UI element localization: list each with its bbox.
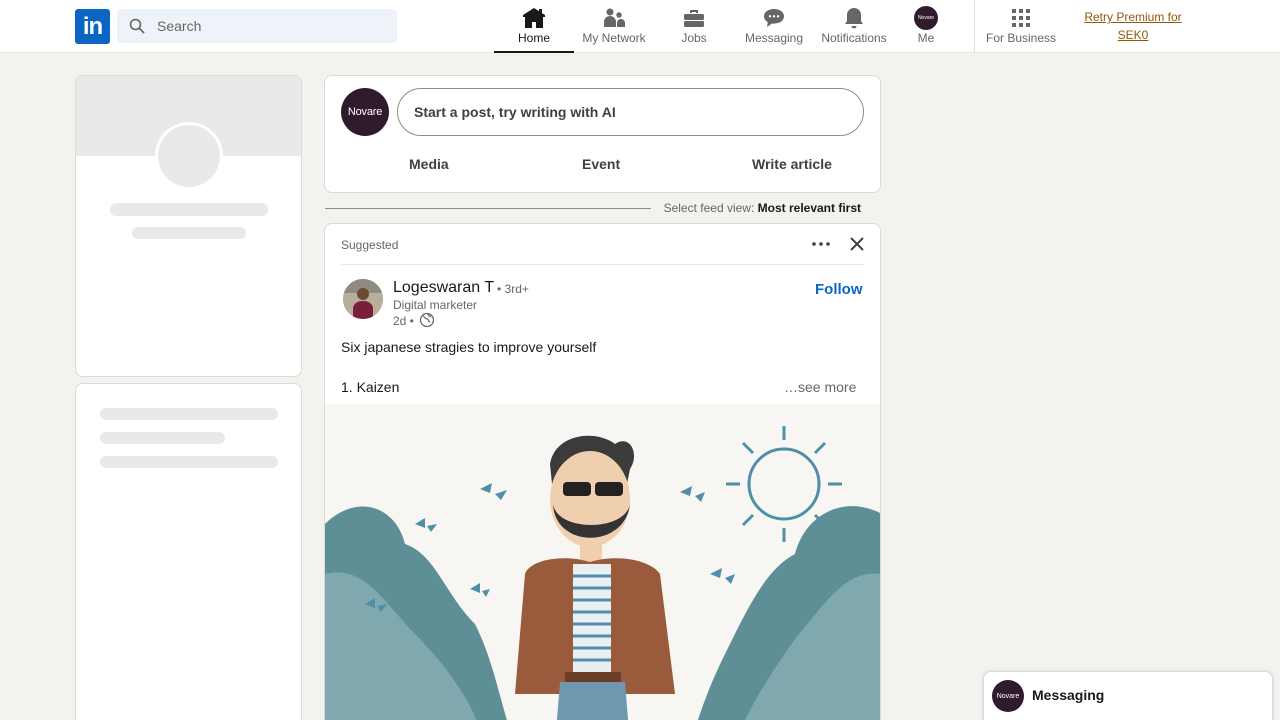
close-icon[interactable] (845, 232, 869, 256)
skeleton-line (110, 203, 268, 216)
follow-button[interactable]: Follow (815, 281, 863, 298)
post-text-line-2: 1. Kaizen (341, 379, 400, 395)
nav-jobs[interactable]: Jobs (654, 0, 734, 52)
skeleton-line (100, 432, 225, 444)
feed-sort-prefix: Select feed view: (663, 201, 755, 215)
messaging-avatar: Novare (992, 680, 1024, 712)
premium-line-1: Retry Premium for (1084, 10, 1182, 24)
home-icon (523, 8, 545, 28)
feed-sort[interactable]: Select feed view: Most relevant first (325, 200, 881, 216)
skeleton-line (100, 408, 278, 420)
grid-icon (1012, 9, 1030, 27)
search-input[interactable] (157, 9, 387, 43)
search-box[interactable] (117, 9, 397, 43)
author-headline: Digital marketer (393, 298, 478, 312)
more-options-icon[interactable] (809, 232, 833, 256)
briefcase-icon (684, 10, 704, 27)
share-box: Novare Start a post, try writing with AI… (324, 75, 881, 193)
network-icon (604, 8, 625, 27)
author-avatar[interactable] (343, 279, 383, 319)
messaging-label: Messaging (1032, 687, 1105, 703)
nav-messaging-label: Messaging (744, 31, 804, 45)
skeleton-line (100, 456, 278, 468)
feed-post: Suggested Logeswaran T • 3rd+ Digital ma… (324, 223, 881, 720)
globe-icon (419, 312, 435, 328)
write-article-button[interactable]: Write article (752, 156, 832, 172)
event-button[interactable]: Event (582, 156, 620, 172)
linkedin-logo[interactable]: in (75, 9, 110, 44)
nav-me-label: Me (917, 31, 935, 45)
post-image[interactable] (325, 404, 880, 720)
start-post-input[interactable]: Start a post, try writing with AI (397, 88, 864, 136)
nav-for-business[interactable]: For Business (981, 0, 1061, 52)
nav-my-network[interactable]: My Network (574, 0, 654, 52)
nav-for-business-label: For Business (985, 31, 1057, 45)
stats-card-skeleton (75, 383, 302, 720)
nav-my-network-label: My Network (582, 31, 646, 45)
post-divider (341, 264, 864, 265)
author-photo-icon (343, 279, 383, 319)
nav-messaging[interactable]: Messaging (734, 0, 814, 52)
see-more-button[interactable]: …see more (784, 379, 856, 395)
feed-sort-value[interactable]: Most relevant first (758, 201, 861, 215)
chat-icon (764, 9, 784, 27)
profile-avatar-placeholder (155, 122, 223, 190)
me-avatar: Novare (914, 6, 938, 30)
profile-card-skeleton (75, 75, 302, 377)
post-text: Six japanese stragies to improve yoursel… (341, 339, 597, 355)
post-time: 2d • (393, 314, 414, 328)
nav-notifications[interactable]: Notifications (814, 0, 894, 52)
skeleton-line (132, 227, 246, 239)
feed-sort-label[interactable]: Select feed view: Most relevant first (664, 201, 861, 215)
media-button[interactable]: Media (409, 156, 449, 172)
nav-jobs-label: Jobs (681, 31, 707, 45)
share-avatar[interactable]: Novare (341, 88, 389, 136)
top-navbar: in Home My Network Jobs Messaging Notifi… (0, 0, 1280, 53)
nav-notifications-label: Notifications (821, 31, 887, 45)
nav-me[interactable]: Novare Me (886, 0, 966, 52)
post-illustration (325, 426, 880, 720)
author-name[interactable]: Logeswaran T (393, 279, 494, 297)
connection-degree: • 3rd+ (497, 282, 529, 296)
search-icon (129, 18, 145, 34)
nav-home[interactable]: Home (494, 0, 574, 53)
messaging-overlay[interactable]: Novare Messaging (983, 671, 1273, 720)
premium-line-2: SEK0 (1117, 28, 1149, 42)
feed-sort-divider (325, 208, 651, 209)
nav-divider (974, 0, 975, 52)
bell-icon (845, 8, 863, 29)
nav-home-label: Home (517, 31, 550, 45)
retry-premium-link[interactable]: Retry Premium for SEK0 (1075, 8, 1191, 44)
suggested-label: Suggested (341, 238, 399, 252)
